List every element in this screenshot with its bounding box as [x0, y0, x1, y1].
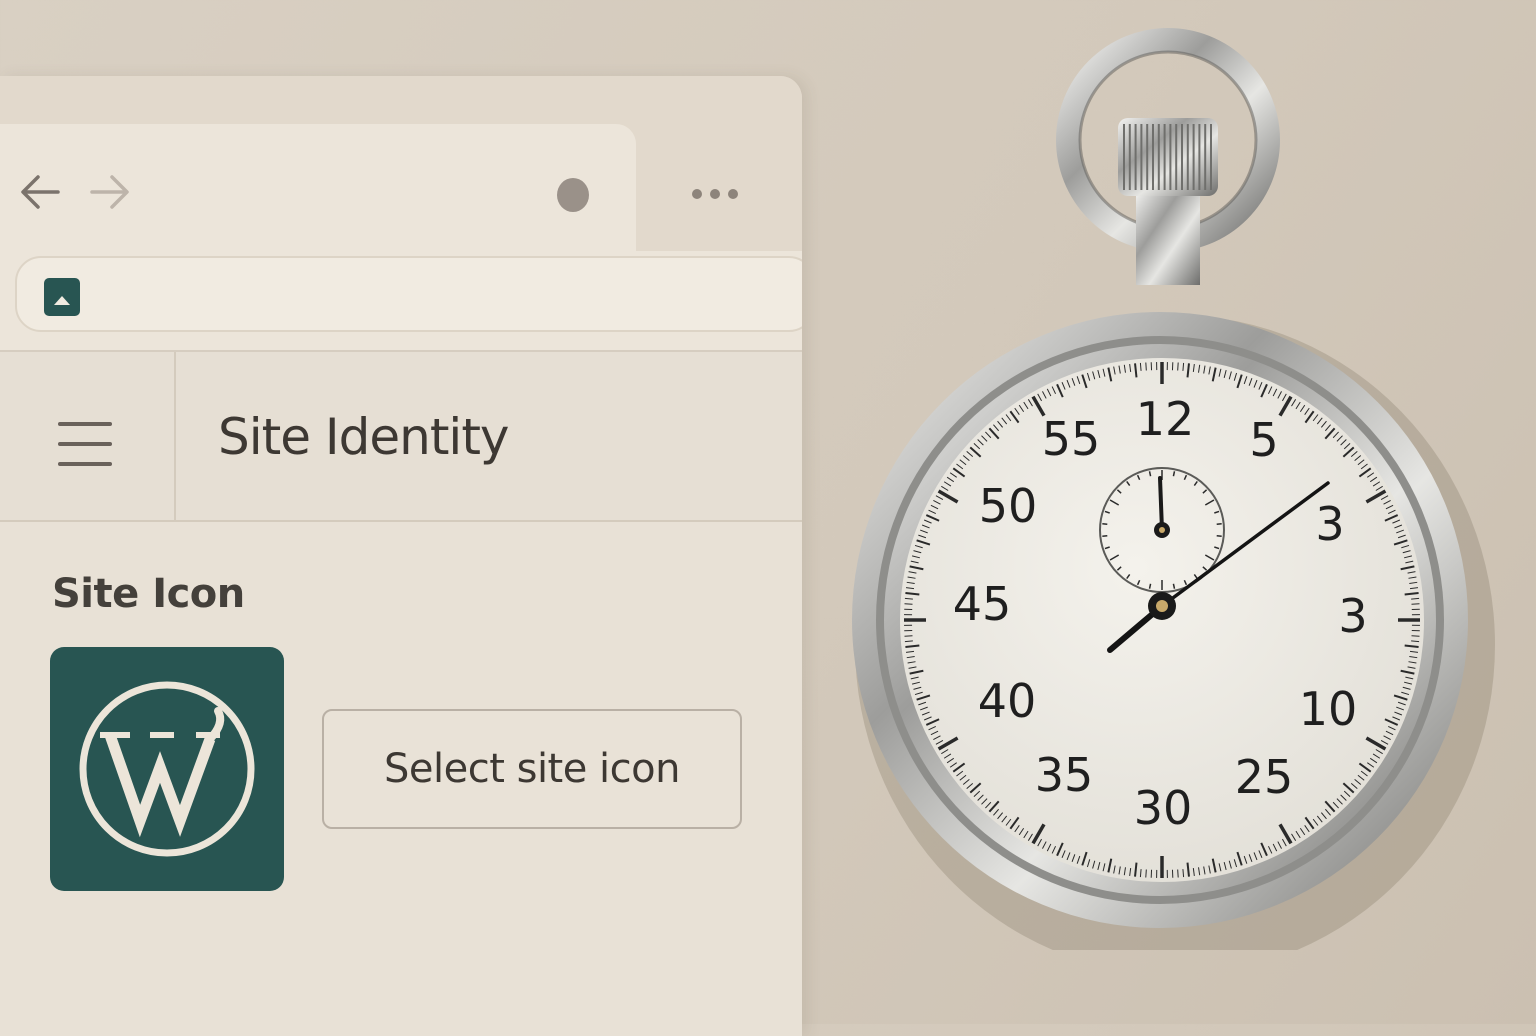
dial-number: 30 — [1134, 781, 1193, 835]
dial-number: 35 — [1035, 748, 1094, 802]
site-icon-preview — [50, 647, 284, 891]
page-title: Site Identity — [218, 412, 509, 462]
dial-number: 12 — [1136, 392, 1195, 446]
dial-tick — [1411, 598, 1419, 599]
site-icon-section: Site Icon Select site icon — [0, 522, 802, 1036]
more-dots-icon — [692, 189, 702, 199]
stopwatch-crown — [1118, 118, 1218, 196]
wordpress-logo-icon — [50, 647, 284, 891]
dial-tick — [1412, 636, 1420, 637]
dial-tick — [1146, 870, 1147, 878]
dial-tick — [1412, 604, 1420, 605]
image-icon — [44, 278, 80, 316]
hamburger-icon — [58, 442, 112, 446]
select-site-icon-button[interactable]: Select site icon — [322, 709, 742, 829]
sub-dial-tick — [1150, 584, 1151, 589]
dial-tick — [1178, 870, 1179, 878]
more-dots-icon — [728, 189, 738, 199]
tab-indicator-dot — [557, 178, 589, 212]
header-divider — [174, 352, 176, 520]
dial-tick — [905, 598, 913, 599]
dial-tick — [1140, 363, 1141, 371]
stopwatch-stem — [1136, 190, 1200, 285]
menu-button[interactable] — [56, 422, 114, 472]
sub-dial-tick — [1102, 524, 1107, 525]
dial-tick — [905, 604, 913, 605]
dial-number: 3 — [1315, 497, 1344, 551]
sub-dial-tick — [1217, 536, 1222, 537]
page-header: Site Identity — [0, 352, 802, 520]
stopwatch-svg: 12 5 3 3 10 25 30 35 40 45 50 55 — [840, 20, 1500, 950]
dial-tick — [905, 636, 913, 637]
forward-button[interactable] — [88, 170, 136, 214]
stopwatch-image: 12 5 3 3 10 25 30 35 40 45 50 55 — [840, 20, 1500, 950]
more-dots-icon — [710, 189, 720, 199]
dial-tick — [1411, 641, 1419, 642]
dial-tick — [1140, 869, 1141, 877]
sub-dial-tick — [1102, 536, 1107, 537]
dial-number: 40 — [978, 674, 1037, 728]
arrow-right-icon — [88, 170, 136, 214]
dial-tick — [905, 641, 913, 642]
dial-number: 45 — [953, 577, 1012, 631]
hamburger-icon — [58, 422, 112, 426]
browser-window: Site Identity Site Icon Select site icon — [0, 76, 802, 1036]
dial-number: 10 — [1299, 682, 1358, 736]
more-options-button[interactable] — [690, 182, 742, 206]
dial-number: 25 — [1235, 750, 1294, 804]
dial-number: 55 — [1042, 412, 1101, 466]
dial-tick — [1178, 363, 1179, 371]
sub-dial-tick — [1173, 584, 1174, 589]
dial-tick — [1183, 869, 1184, 877]
dial-number: 3 — [1338, 589, 1367, 643]
back-button[interactable] — [16, 170, 64, 214]
section-label: Site Icon — [52, 574, 245, 614]
arrow-left-icon — [16, 170, 64, 214]
sub-dial-tick — [1173, 471, 1174, 476]
hamburger-icon — [58, 462, 112, 466]
dial-tick — [1146, 363, 1147, 371]
dial-tick — [1183, 363, 1184, 371]
dial-number: 5 — [1249, 413, 1278, 467]
sub-dial-tick — [1217, 524, 1222, 525]
dial-number: 50 — [979, 479, 1038, 533]
address-bar[interactable] — [15, 256, 802, 332]
sub-dial-tick — [1150, 471, 1151, 476]
favicon — [44, 278, 80, 316]
